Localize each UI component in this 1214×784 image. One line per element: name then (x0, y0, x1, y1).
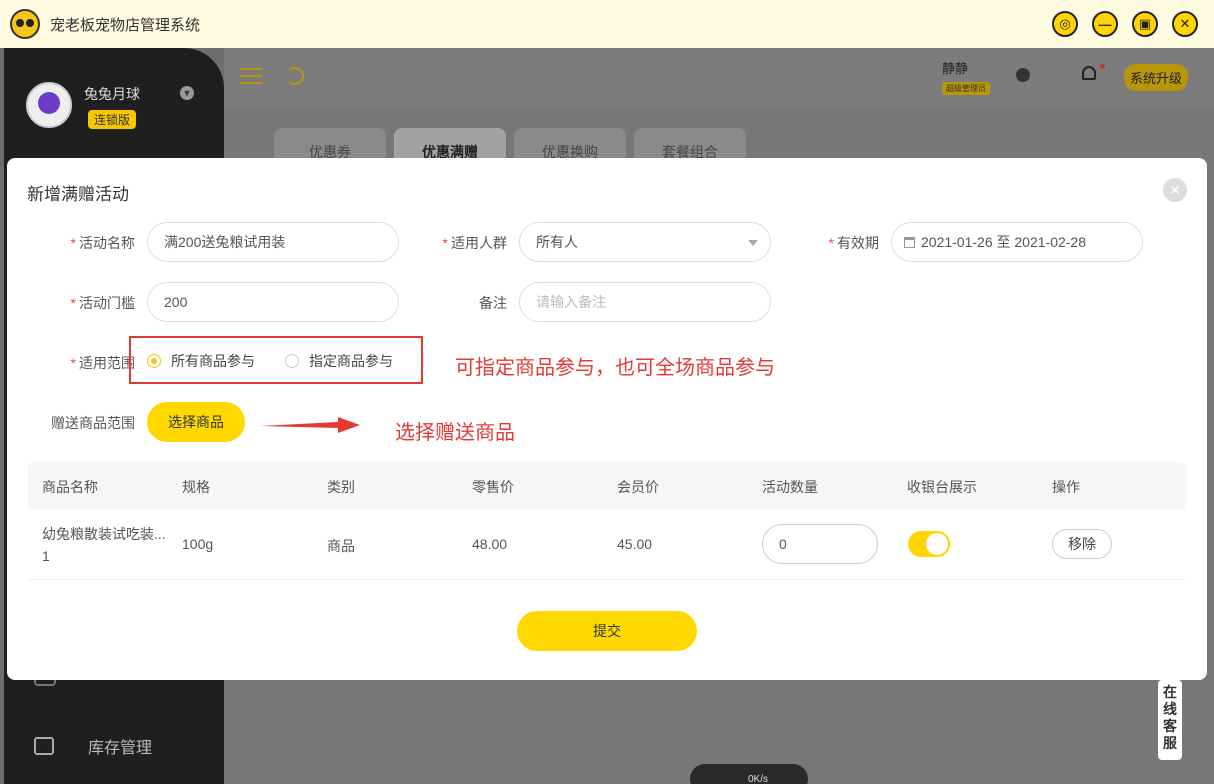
col-spec: 规格 (182, 479, 210, 495)
remove-button[interactable]: 移除 (1052, 529, 1112, 559)
tab-full-gift[interactable]: 优惠满赠 (394, 128, 506, 162)
remark-label: 备注 (479, 295, 507, 311)
cell-name: 幼兔粮散装试吃装... (42, 526, 166, 542)
minimize-icon[interactable]: — (1092, 11, 1118, 37)
gift-annotation: 选择赠送商品 (395, 422, 515, 444)
hamburger-menu-icon[interactable] (240, 68, 262, 84)
bell-icon[interactable] (1082, 66, 1096, 80)
add-gift-activity-modal: 新增满赠活动 ✕ * 活动名称 满200送兔粮试用装 * 适用人群 所有人 * 有效期… (7, 158, 1207, 680)
gift-scope-label: 赠送商品范围 (51, 415, 135, 431)
title-bar: 宠老板宠物店管理系统 ◎ — ▣ ✕ (0, 0, 1214, 48)
user-name: 静静 (942, 61, 969, 76)
window-controls: ◎ — ▣ ✕ (1052, 11, 1198, 37)
modal-close-icon[interactable]: ✕ (1163, 178, 1187, 202)
quantity-input[interactable]: 0 (762, 524, 878, 564)
remark-input[interactable]: 请输入备注 (519, 282, 771, 322)
tab-exchange[interactable]: 优惠换购 (514, 128, 626, 162)
cell-member-price: 45.00 (617, 536, 653, 552)
validity-label: * 有效期 (828, 235, 879, 251)
store-name: 兔兔月球 (84, 86, 140, 102)
col-category: 类别 (327, 479, 355, 495)
cell-spec: 100g (182, 536, 214, 552)
threshold-input[interactable]: 200 (147, 282, 399, 322)
annotation-highlight-box (129, 336, 423, 384)
refresh-icon[interactable] (286, 67, 304, 85)
chevron-down-icon (748, 240, 758, 246)
scope-annotation: 可指定商品参与，也可全场商品参与 (455, 357, 775, 379)
col-action: 操作 (1052, 479, 1080, 495)
submit-button[interactable]: 提交 (517, 611, 697, 651)
store-avatar[interactable] (26, 82, 72, 128)
audience-select[interactable]: 所有人 (519, 222, 771, 262)
col-quantity: 活动数量 (762, 479, 818, 495)
top-bar: 静静 超级管理员 系统升级 (224, 48, 1214, 108)
store-badge: 连锁版 (88, 110, 137, 129)
user-dropdown-icon[interactable] (1016, 68, 1030, 82)
close-icon[interactable]: ✕ (1172, 11, 1198, 37)
col-member: 会员价 (617, 479, 659, 495)
pos-display-toggle[interactable] (908, 531, 950, 557)
settings-icon[interactable]: ◎ (1052, 11, 1078, 37)
app-logo-icon (10, 9, 40, 39)
validity-date-range[interactable]: 2021-01-26 至 2021-02-28 (891, 222, 1143, 262)
notification-dot (1100, 64, 1105, 69)
tab-combo[interactable]: 套餐组合 (634, 128, 746, 162)
threshold-label: * 活动门槛 (70, 295, 135, 311)
tab-coupon[interactable]: 优惠券 (274, 128, 386, 162)
sidebar-item-inventory[interactable]: 库存管理 (34, 734, 152, 758)
validity-value: 2021-01-26 至 2021-02-28 (921, 234, 1087, 250)
promo-tabs: 优惠券 优惠满赠 优惠换购 套餐组合 (274, 128, 746, 162)
gift-products-table: 商品名称 规格 类别 零售价 会员价 活动数量 收银台展示 操作 幼兔粮散装试吃… (28, 462, 1186, 580)
speed-value: 0K/s (748, 774, 769, 784)
annotation-arrow-icon (260, 417, 360, 433)
app-title: 宠老板宠物店管理系统 (50, 16, 201, 34)
audience-value: 所有人 (536, 234, 578, 250)
activity-name-input[interactable]: 满200送兔粮试用装 (147, 222, 399, 262)
modal-title: 新增满赠活动 (27, 185, 129, 204)
inventory-box-icon (34, 737, 54, 755)
upgrade-button[interactable]: 系统升级 (1124, 64, 1189, 91)
table-row: 幼兔粮散装试吃装... 1 100g 商品 48.00 45.00 0 移除 (28, 510, 1186, 580)
select-products-button[interactable]: 选择商品 (147, 402, 245, 442)
cell-retail-price: 48.00 (472, 536, 508, 552)
activity-name-label: * 活动名称 (70, 235, 135, 251)
audience-label: * 适用人群 (442, 235, 507, 251)
cell-name-line2: 1 (42, 548, 50, 564)
network-speed-widget: 0K/s (690, 764, 808, 784)
table-header: 商品名称 规格 类别 零售价 会员价 活动数量 收银台展示 操作 (28, 462, 1186, 510)
maximize-icon[interactable]: ▣ (1132, 11, 1158, 37)
scope-label: * 适用范围 (70, 355, 135, 371)
col-name: 商品名称 (42, 479, 98, 495)
sidebar-item-label: 库存管理 (88, 740, 153, 757)
col-retail: 零售价 (472, 479, 514, 495)
chevron-down-icon[interactable]: ▼ (180, 86, 194, 100)
online-service-button[interactable]: 在线客服 (1158, 680, 1182, 760)
cell-category: 商品 (327, 538, 355, 554)
col-pos-display: 收银台展示 (907, 479, 977, 495)
user-role-badge: 超级管理员 (942, 82, 990, 95)
calendar-icon (904, 237, 915, 248)
